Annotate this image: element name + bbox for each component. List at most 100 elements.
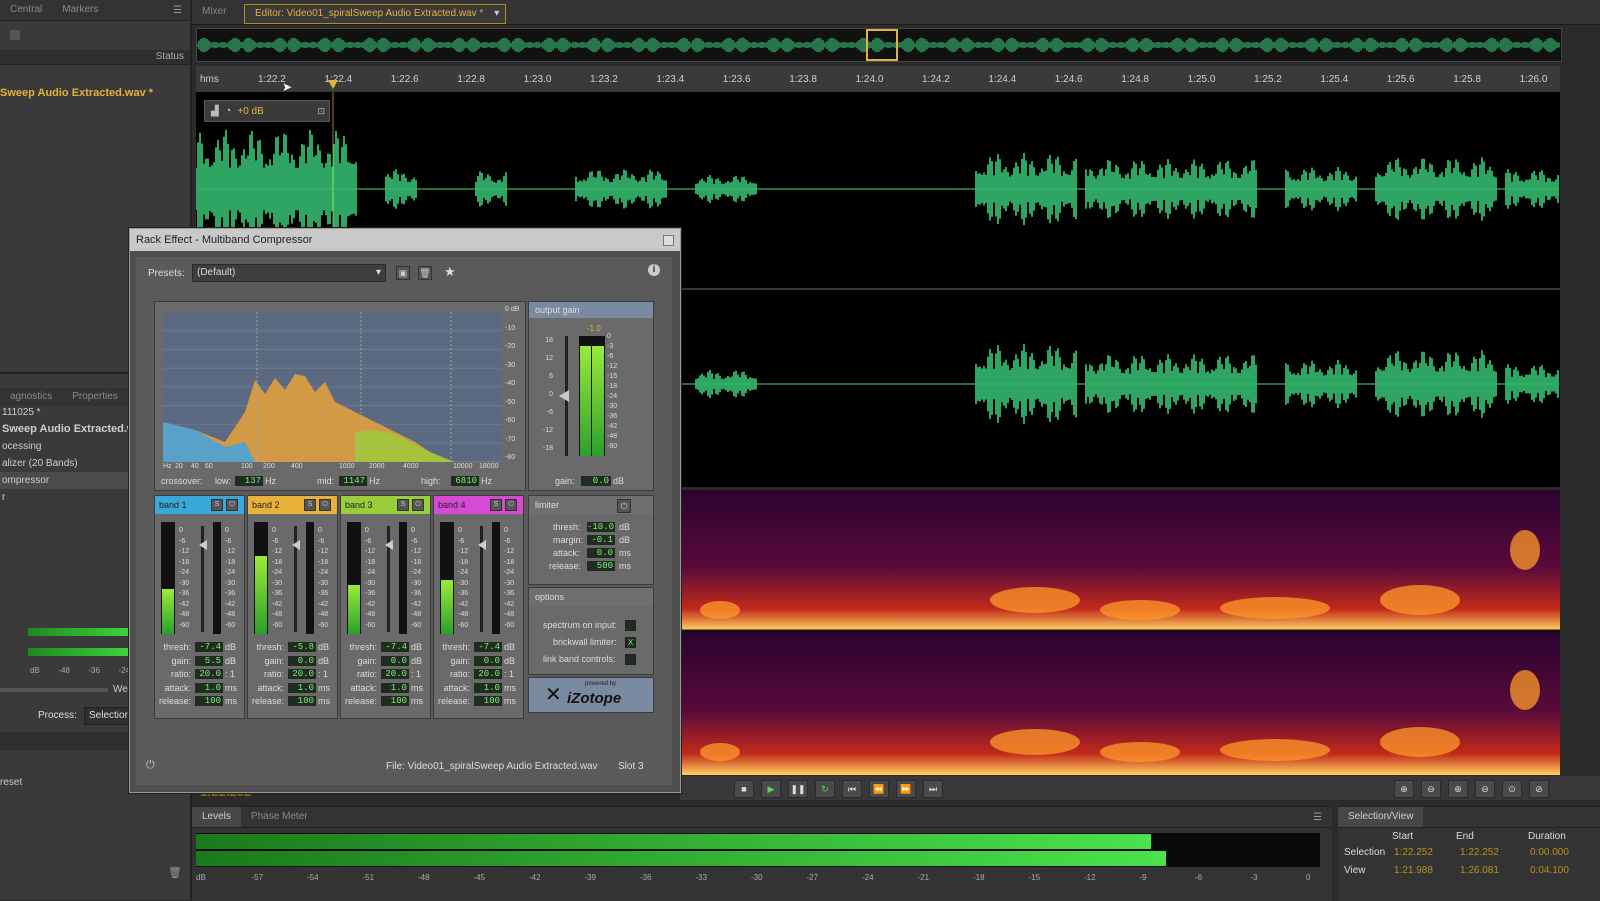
zoom-out-amplitude-icon[interactable]: ⊖ (1421, 780, 1441, 798)
playhead-marker-icon[interactable] (328, 80, 338, 90)
tab-phase-meter[interactable]: Phase Meter (241, 807, 318, 827)
pin-icon[interactable]: ⊡ (317, 106, 325, 117)
limiter-bypass-icon[interactable]: ⏻ (617, 499, 631, 513)
view-end[interactable]: 1:26.081 (1460, 865, 1499, 876)
list-item[interactable]: alizer (20 Bands) (0, 455, 128, 472)
zoom-out-time-icon[interactable]: ⊖ (1475, 780, 1495, 798)
stop-button[interactable]: ■ (734, 780, 754, 798)
volume-knob-icon[interactable]: ◔ (225, 105, 232, 117)
close-icon[interactable] (663, 235, 674, 246)
limiter-release-field[interactable]: 500 (587, 561, 615, 571)
threshold-slider-thumb[interactable] (199, 540, 207, 550)
selection-end[interactable]: 1:22.252 (1460, 847, 1499, 858)
band-thresh-field[interactable]: -5.8 (288, 642, 316, 652)
band-bypass-icon[interactable]: ⏻ (319, 499, 331, 511)
list-item[interactable]: 111025 * (0, 404, 128, 421)
tab-markers[interactable]: Markers (52, 0, 108, 20)
band-release-field[interactable]: 100 (195, 696, 223, 706)
band-gain-field[interactable]: 0.0 (288, 655, 316, 666)
band-ratio-field[interactable]: 20.0 (474, 669, 502, 679)
band-bypass-icon[interactable]: ⏻ (226, 499, 238, 511)
skip-start-button[interactable]: ⏮ (842, 780, 862, 798)
band-ratio-field[interactable]: 20.0 (195, 669, 223, 679)
pause-button[interactable]: ❚❚ (788, 780, 808, 798)
view-duration[interactable]: 0:04.100 (1530, 865, 1569, 876)
band-solo-icon[interactable]: S (490, 499, 502, 511)
hud-volume[interactable]: ▟ ◔ +0 dB ⊡ (204, 100, 330, 122)
fast-forward-button[interactable]: ⏩ (896, 780, 916, 798)
band-solo-icon[interactable]: S (397, 499, 409, 511)
timeline-ruler[interactable]: hms 1:22.2 1:22.4 1:22.6 1:22.8 1:23.0 1:23.2… (196, 66, 1560, 94)
band-attack-field[interactable]: 1.0 (381, 682, 409, 693)
link-band-controls-checkbox[interactable] (625, 654, 636, 665)
loop-button[interactable]: ↻ (815, 780, 835, 798)
list-item[interactable]: r (0, 489, 128, 506)
view-start[interactable]: 1:21.988 (1394, 865, 1433, 876)
band-gain-field[interactable]: 0.0 (474, 655, 502, 666)
band-attack-field[interactable]: 1.0 (195, 682, 223, 693)
crossover-low-field[interactable]: 137 (235, 476, 263, 486)
reset-label[interactable]: reset (0, 777, 22, 788)
band-bypass-icon[interactable]: ⏻ (505, 499, 517, 511)
file-list-item[interactable]: Sweep Audio Extracted.wav * (0, 87, 153, 99)
band-thresh-field[interactable]: -7.4 (381, 642, 409, 652)
output-gain-slider-thumb[interactable] (559, 390, 569, 402)
dialog-titlebar[interactable]: Rack Effect - Multiband Compressor (130, 229, 680, 251)
rewind-button[interactable]: ⏪ (869, 780, 889, 798)
delete-preset-icon[interactable]: 🗑 (418, 266, 432, 280)
band-ratio-field[interactable]: 20.0 (381, 669, 409, 679)
tab-editor[interactable]: Editor: Video01_spiralSweep Audio Extrac… (244, 4, 507, 24)
band-gain-field[interactable]: 0.0 (381, 655, 409, 666)
crossover-high-field[interactable]: 6810 (451, 476, 479, 486)
band-bypass-icon[interactable]: ⏻ (412, 499, 424, 511)
tab-central[interactable]: Central (0, 0, 52, 20)
tab-selection-view[interactable]: Selection/View (1338, 807, 1424, 827)
skip-end-button[interactable]: ⏭ (923, 780, 943, 798)
band-release-field[interactable]: 100 (288, 696, 316, 706)
tab-mixer[interactable]: Mixer (192, 2, 236, 22)
threshold-slider-thumb[interactable] (292, 540, 300, 550)
threshold-slider-thumb[interactable] (478, 540, 486, 550)
mix-slider-track[interactable] (0, 688, 108, 692)
spectral-display[interactable] (680, 490, 1560, 775)
info-icon[interactable]: i (648, 264, 660, 276)
play-button[interactable]: ▶ (761, 780, 781, 798)
hud-gain-value[interactable]: +0 dB (237, 106, 263, 117)
limiter-margin-field[interactable]: -0.1 (587, 535, 615, 545)
zoom-full-icon[interactable]: ⊙ (1502, 780, 1522, 798)
presets-dropdown[interactable]: (Default) ▾ (192, 264, 386, 282)
threshold-slider-thumb[interactable] (385, 540, 393, 550)
spectrum-graph[interactable] (155, 302, 525, 490)
limiter-attack-field[interactable]: 0.0 (587, 548, 615, 558)
panel-menu-icon[interactable]: ☰ (173, 5, 190, 16)
brickwall-limiter-checkbox[interactable]: X (625, 637, 636, 648)
list-item[interactable]: ocessing (0, 438, 128, 455)
selection-duration[interactable]: 0:00.000 (1530, 847, 1569, 858)
band-solo-icon[interactable]: S (304, 499, 316, 511)
chevron-down-icon[interactable]: ▾ (494, 5, 499, 23)
new-file-icon[interactable] (10, 30, 20, 40)
waveform-overview[interactable] (196, 28, 1562, 62)
power-icon[interactable]: ⏻ (146, 759, 155, 772)
favorite-star-icon[interactable]: ★ (444, 264, 456, 280)
selection-start[interactable]: 1:22.252 (1394, 847, 1433, 858)
band-thresh-field[interactable]: -7.4 (474, 642, 502, 652)
trash-icon[interactable]: 🗑 (168, 866, 182, 879)
limiter-thresh-field[interactable]: -10.0 (587, 522, 615, 532)
save-preset-icon[interactable]: ▣ (396, 266, 410, 280)
spectrum-on-input-checkbox[interactable] (625, 620, 636, 631)
zoom-in-time-icon[interactable]: ⊕ (1448, 780, 1468, 798)
zoom-in-amplitude-icon[interactable]: ⊕ (1394, 780, 1414, 798)
band-release-field[interactable]: 100 (474, 696, 502, 706)
band-gain-field[interactable]: 5.5 (195, 655, 223, 666)
band-ratio-field[interactable]: 20.0 (288, 669, 316, 679)
tab-levels[interactable]: Levels (192, 807, 241, 827)
band-release-field[interactable]: 100 (381, 696, 409, 706)
band-solo-icon[interactable]: S (211, 499, 223, 511)
band-thresh-field[interactable]: -7.4 (195, 642, 223, 652)
panel-menu-icon[interactable]: ☰ (1313, 812, 1332, 823)
output-gain-field[interactable]: 0.0 (581, 476, 611, 486)
band-attack-field[interactable]: 1.0 (474, 682, 502, 693)
band-attack-field[interactable]: 1.0 (288, 682, 316, 693)
list-item[interactable]: ompressor (0, 472, 128, 489)
